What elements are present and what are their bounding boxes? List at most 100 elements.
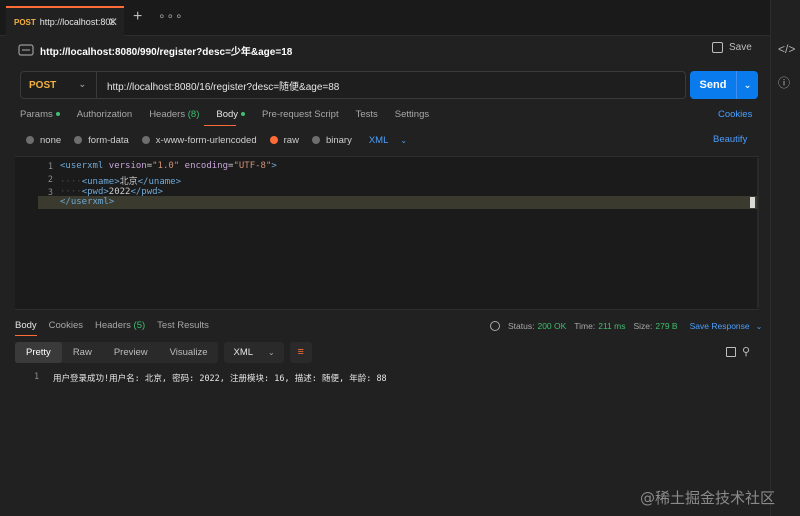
tab-test-results[interactable]: Test Results [157, 320, 209, 332]
info-icon[interactable]: ⓘ [778, 74, 790, 91]
line-number: 2 [47, 175, 53, 185]
save-response-label: Save Response [689, 321, 750, 331]
code-icon[interactable]: </> [778, 42, 795, 56]
radio-raw-label: raw [283, 134, 299, 146]
send-label: Send [699, 79, 727, 91]
tab-body[interactable]: Body [216, 109, 246, 123]
method-select[interactable]: POST ⌄ [21, 72, 97, 98]
code-line-1: <userxml version="1.0" encoding="UTF-8"> [60, 161, 277, 171]
chevron-down-icon: ⌄ [755, 322, 763, 331]
tab-prerequest[interactable]: Pre-request Script [262, 109, 339, 123]
line-gutter: 1 2 3 4 [15, 157, 53, 309]
tab-response-headers-label: Headers [94, 320, 131, 331]
status-label: Status: [508, 321, 535, 331]
add-tab-icon[interactable]: + [133, 9, 142, 25]
tab-params-label: Params [20, 109, 53, 120]
beautify-button[interactable]: Beautify [713, 134, 747, 145]
size-label: Size: [633, 321, 653, 331]
radio-none[interactable]: none [26, 135, 61, 146]
editor-scrollbar[interactable] [757, 158, 759, 308]
code-line-2: ····<uname>北京</uname> [60, 177, 181, 187]
tab-headers-label: Headers [149, 109, 186, 120]
active-line-highlight [38, 196, 758, 209]
radio-binary-label: binary [325, 134, 352, 146]
watermark: @稀土掘金技术社区 [640, 489, 776, 507]
save-response-button[interactable]: Save Response ⌄ [690, 321, 763, 331]
request-title: http://localhost:8080/990/register?desc=… [40, 46, 293, 58]
send-button[interactable]: Send ⌄ [690, 71, 758, 99]
view-raw-button[interactable]: Raw [62, 342, 103, 363]
response-headers-count: (5) [133, 320, 146, 331]
request-tabs: Params Authorization Headers (8) Body Pr… [20, 109, 446, 123]
copy-icon[interactable] [726, 347, 736, 357]
request-title-row: http://localhost:8080/990/register?desc=… [18, 42, 292, 58]
tab-body-label: Body [216, 109, 239, 120]
body-type-options: none form-data x-www-form-urlencoded raw… [26, 134, 407, 146]
close-icon[interactable]: ✕ [108, 15, 118, 29]
response-meta: Status: 200 OK Time: 211 ms Size: 279 B … [490, 320, 762, 332]
radio-binary[interactable]: binary [311, 134, 352, 146]
radio-icon [311, 136, 320, 144]
save-label: Save [729, 42, 752, 53]
response-format-select[interactable]: XML ⌄ [224, 342, 284, 363]
more-icon[interactable]: ∘∘∘ [158, 9, 184, 23]
request-tab[interactable]: POST http://localhost:8080 ✕ [6, 6, 124, 36]
tab-tests[interactable]: Tests [356, 109, 378, 123]
code-line-4: </userxml> [60, 197, 115, 207]
view-preview-button[interactable]: Preview [103, 342, 159, 363]
tab-response-body[interactable]: Body [15, 320, 37, 332]
chevron-down-icon[interactable]: ⌄ [737, 80, 758, 91]
radio-raw[interactable]: raw [269, 134, 299, 146]
chevron-down-icon: ⌄ [400, 135, 408, 145]
text-cursor [750, 197, 755, 208]
radio-icon [26, 136, 34, 144]
radio-none-label: none [40, 134, 62, 146]
save-button[interactable]: Save [712, 42, 752, 53]
globe-icon[interactable] [490, 321, 500, 331]
method-label: POST [29, 79, 57, 91]
http-request-icon [18, 44, 34, 56]
save-icon [712, 42, 723, 53]
radio-selected-icon [269, 136, 278, 144]
cookies-link[interactable]: Cookies [718, 109, 752, 120]
tab-response-headers[interactable]: Headers (5) [95, 320, 145, 332]
line-number: 1 [47, 162, 53, 172]
active-tab-indicator [15, 335, 37, 336]
tab-headers[interactable]: Headers (8) [149, 109, 199, 123]
status-dot [241, 112, 246, 117]
chevron-down-icon: ⌄ [268, 348, 275, 357]
search-icon[interactable]: ⚲ [742, 345, 750, 358]
tab-params[interactable]: Params [20, 109, 60, 123]
view-visualize-button[interactable]: Visualize [159, 342, 219, 363]
time-label: Time: [574, 321, 596, 331]
status-value[interactable]: 200 OK [537, 321, 566, 331]
tab-response-cookies[interactable]: Cookies [49, 320, 83, 332]
tab-url: http://localhost:8080 [39, 17, 114, 27]
radio-urlencoded-label: x-www-form-urlencoded [155, 134, 257, 146]
tab-settings[interactable]: Settings [395, 109, 429, 123]
body-format-select[interactable]: XML ⌄ [369, 135, 407, 146]
radio-urlencoded[interactable]: x-www-form-urlencoded [141, 134, 257, 146]
radio-form-data-label: form-data [88, 134, 129, 146]
status-dot [55, 112, 60, 117]
tab-authorization[interactable]: Authorization [77, 109, 132, 123]
response-body-text: 用户登录成功!用户名: 北京, 密码: 2022, 注册模块: 16, 描述: … [53, 374, 387, 384]
response-format-label: XML [233, 347, 254, 358]
active-tab-indicator [204, 125, 236, 126]
headers-count: (8) [187, 109, 200, 120]
view-pretty-button[interactable]: Pretty [15, 342, 62, 363]
time-value[interactable]: 211 ms [598, 321, 625, 331]
chevron-down-icon: ⌄ [78, 79, 86, 89]
size-value[interactable]: 279 B [655, 321, 677, 331]
response-toolbar: Pretty Raw Preview Visualize XML ⌄ ≡ [15, 342, 312, 363]
radio-form-data[interactable]: form-data [74, 135, 129, 146]
tab-method: POST [14, 17, 36, 27]
right-sidebar: </> ⓘ [770, 0, 800, 516]
wrap-lines-icon[interactable]: ≡ [289, 342, 312, 363]
radio-icon [141, 136, 150, 144]
code-editor[interactable]: 1 2 3 4 <userxml version="1.0" encoding=… [15, 156, 759, 310]
url-input[interactable] [97, 72, 685, 98]
view-mode-group: Pretty Raw Preview Visualize [15, 342, 219, 363]
radio-icon [74, 136, 83, 144]
tab-bar: POST http://localhost:8080 ✕ + ∘∘∘ [0, 0, 770, 36]
